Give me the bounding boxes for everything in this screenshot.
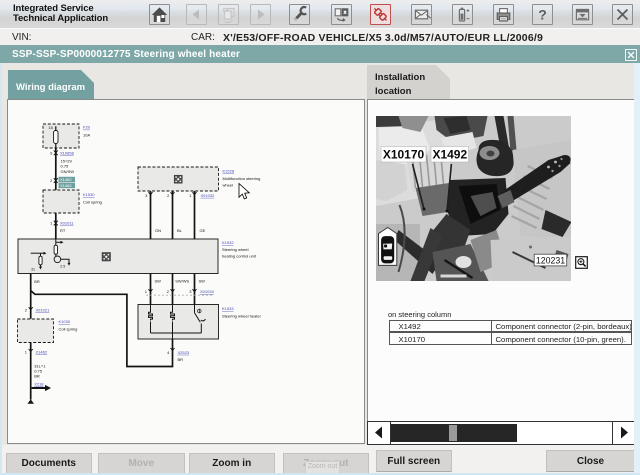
svg-text:GN: GN bbox=[155, 228, 161, 233]
svg-text:2: 2 bbox=[167, 193, 170, 198]
svg-text:X01021: X01021 bbox=[36, 308, 51, 313]
svg-text:X218: X218 bbox=[34, 381, 44, 386]
svg-text:X2523: X2523 bbox=[178, 350, 190, 355]
svg-text:1: 1 bbox=[145, 289, 148, 294]
svg-text:X1462: X1462 bbox=[60, 177, 72, 182]
svg-text:heating control unit: heating control unit bbox=[222, 254, 257, 259]
svg-text:X1462: X1462 bbox=[60, 183, 72, 188]
svg-text:31: 31 bbox=[31, 268, 35, 272]
svg-text:3: 3 bbox=[189, 289, 192, 294]
svg-text:BL: BL bbox=[177, 228, 183, 233]
svg-text:1: 1 bbox=[50, 221, 53, 226]
svg-text:K1528: K1528 bbox=[223, 168, 235, 173]
svg-text:2: 2 bbox=[50, 178, 53, 183]
svg-text:Steering wheel heater: Steering wheel heater bbox=[222, 313, 262, 318]
svg-text:K1532: K1532 bbox=[222, 240, 234, 245]
svg-text:0.75: 0.75 bbox=[34, 369, 43, 374]
svg-text:X01033: X01033 bbox=[200, 289, 215, 294]
svg-text:Coil spring: Coil spring bbox=[59, 327, 78, 332]
svg-text:1: 1 bbox=[25, 350, 28, 355]
svg-text:Multifunction steering: Multifunction steering bbox=[223, 176, 261, 181]
svg-text:X1492: X1492 bbox=[432, 148, 467, 162]
svg-text:SW/WS: SW/WS bbox=[175, 279, 189, 284]
svg-text:2: 2 bbox=[167, 289, 170, 294]
svg-text:BR: BR bbox=[178, 357, 184, 362]
svg-text:K1533: K1533 bbox=[222, 306, 234, 311]
svg-text:X10858: X10858 bbox=[60, 150, 75, 155]
svg-text:2: 2 bbox=[25, 308, 28, 313]
svg-text:15=29: 15=29 bbox=[61, 158, 73, 163]
svg-text:X10170: X10170 bbox=[382, 148, 424, 162]
svg-text:K1530: K1530 bbox=[83, 192, 95, 197]
svg-text:GE: GE bbox=[200, 228, 206, 233]
svg-text:wheel: wheel bbox=[223, 182, 234, 187]
svg-text:X01032: X01032 bbox=[201, 193, 216, 198]
svg-text:X01011: X01011 bbox=[60, 221, 74, 226]
svg-text:0.75: 0.75 bbox=[61, 164, 70, 169]
svg-text:120231: 120231 bbox=[535, 255, 564, 265]
svg-text:10A: 10A bbox=[83, 133, 90, 138]
svg-text:4: 4 bbox=[167, 350, 170, 355]
svg-text:Coil spring: Coil spring bbox=[83, 199, 102, 204]
svg-text:SW: SW bbox=[199, 279, 206, 284]
svg-text:1: 1 bbox=[189, 193, 192, 198]
svg-text:15: 15 bbox=[48, 125, 53, 130]
svg-text:BR: BR bbox=[34, 374, 40, 379]
svg-text:X1462: X1462 bbox=[36, 350, 48, 355]
svg-text:?: ? bbox=[538, 7, 547, 23]
svg-text:BR: BR bbox=[34, 279, 40, 284]
svg-text:RT: RT bbox=[60, 228, 66, 233]
svg-text:9: 9 bbox=[50, 150, 53, 155]
svg-text:SW: SW bbox=[155, 279, 162, 284]
svg-text:GN/SW: GN/SW bbox=[61, 169, 75, 174]
svg-text:31L=1: 31L=1 bbox=[34, 363, 46, 368]
svg-text:K1030: K1030 bbox=[59, 319, 71, 324]
svg-text:F29: F29 bbox=[83, 125, 91, 130]
svg-text:3: 3 bbox=[145, 193, 148, 198]
svg-text:Steering wheel: Steering wheel bbox=[222, 247, 249, 252]
svg-text:2.5: 2.5 bbox=[60, 265, 65, 269]
